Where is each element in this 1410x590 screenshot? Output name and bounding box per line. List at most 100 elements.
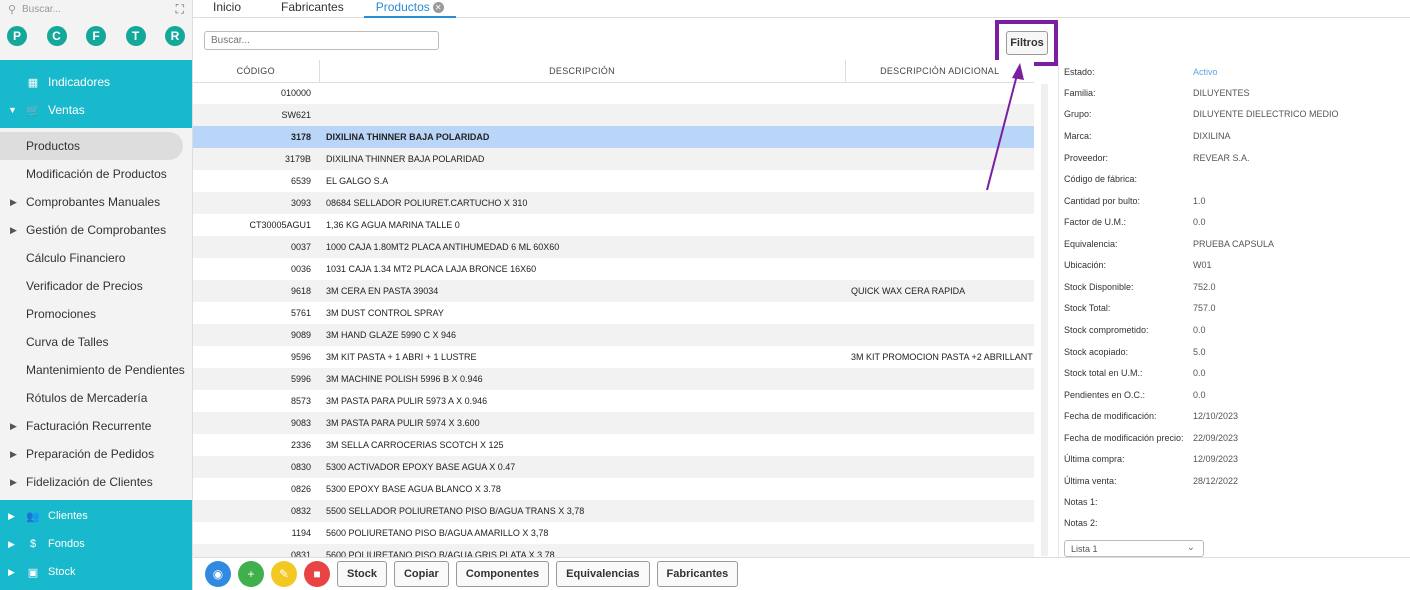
sidebar-item-clientes[interactable]: ▶ 👥 Clientes: [0, 502, 192, 530]
sidebar-item-fondos[interactable]: ▶ $ Fondos: [0, 530, 192, 558]
table-row[interactable]: 3178 DIXILINA THINNER BAJA POLARIDAD: [193, 126, 1034, 148]
table-row[interactable]: 0037 1000 CAJA 1.80MT2 PLACA ANTIHUMEDAD …: [193, 236, 1034, 258]
cell-descripcion: 5600 POLIURETANO PISO B/AGUA AMARILLO X …: [326, 528, 549, 538]
tab-productos[interactable]: Productos ✕: [363, 0, 456, 18]
ventas-submenu: Productos Modificación de Productos ▶ Com…: [0, 128, 192, 496]
detail-label: Stock Total:: [1064, 303, 1111, 313]
chevron-right-icon: ▶: [8, 510, 15, 521]
cell-descripcion-adicional: [845, 302, 1034, 324]
table-row[interactable]: 3093 08684 SELLADOR POLIURET.CARTUCHO X 3…: [193, 192, 1034, 214]
shortcut-r[interactable]: R: [165, 26, 185, 46]
table-row[interactable]: 5996 3M MACHINE POLISH 5996 B X 0.946: [193, 368, 1034, 390]
sidebar-item-mantenimiento-pendientes[interactable]: Mantenimiento de Pendientes: [0, 356, 192, 384]
sidebar-item-modificacion-productos[interactable]: Modificación de Productos: [0, 160, 192, 188]
cell-descripcion-adicional: [845, 214, 1034, 236]
add-button[interactable]: +: [238, 561, 264, 587]
fabricantes-button[interactable]: Fabricantes: [656, 561, 739, 587]
table-row[interactable]: 0036 1031 CAJA 1.34 MT2 PLACA LAJA BRONCE…: [193, 258, 1034, 280]
chevron-down-icon: ⌄: [1186, 542, 1195, 553]
sidebar-item-verificador-precios[interactable]: Verificador de Precios: [0, 272, 192, 300]
detail-field: Equivalencia: PRUEBA CAPSULA: [1064, 239, 1274, 253]
tab-inicio[interactable]: Inicio: [193, 0, 261, 18]
sidebar-item-calculo-financiero[interactable]: Cálculo Financiero: [0, 244, 192, 272]
sidebar-item-curva-talles[interactable]: Curva de Talles: [0, 328, 192, 356]
copiar-button[interactable]: Copiar: [393, 561, 449, 587]
detail-field: Stock total en U.M.: 0.0: [1064, 368, 1206, 382]
cell-descripcion: 1031 CAJA 1.34 MT2 PLACA LAJA BRONCE 16X…: [326, 264, 537, 274]
tab-fabricantes[interactable]: Fabricantes: [261, 0, 364, 18]
detail-value: 5.0: [1193, 347, 1206, 357]
detail-label: Equivalencia:: [1064, 239, 1118, 249]
detail-label: Notas 2:: [1064, 518, 1098, 528]
table-row[interactable]: 8573 3M PASTA PARA PULIR 5973 A X 0.946: [193, 390, 1034, 412]
sidebar-item-promociones[interactable]: Promociones: [0, 300, 192, 328]
table-row[interactable]: 9089 3M HAND GLAZE 5990 C X 946: [193, 324, 1034, 346]
edit-button[interactable]: ✎: [271, 561, 297, 587]
delete-button[interactable]: ■: [304, 561, 330, 587]
table-row[interactable]: 0832 5500 SELLADOR POLIURETANO PISO B/AGU…: [193, 500, 1034, 522]
column-header-descripcion[interactable]: DESCRIPCIÓN: [319, 60, 846, 83]
equivalencias-button[interactable]: Equivalencias: [556, 561, 650, 587]
expand-icon[interactable]: ⛶: [176, 2, 184, 17]
sidebar-item-indicadores[interactable]: ▦ Indicadores: [0, 68, 192, 96]
table-row[interactable]: CT30005AGU1 1,36 KG AGUA MARINA TALLE 0: [193, 214, 1034, 236]
cell-codigo: 010000: [280, 88, 311, 99]
shortcut-t[interactable]: T: [125, 26, 146, 46]
view-button[interactable]: ◉: [205, 561, 231, 587]
cell-descripcion-adicional: [845, 104, 1034, 126]
table-row[interactable]: 2336 3M SELLA CARROCERIAS SCOTCH X 125: [193, 434, 1034, 456]
column-header-codigo[interactable]: CÓDIGO: [193, 60, 320, 83]
sidebar-item-stock[interactable]: ▶ ▣ Stock: [0, 558, 192, 586]
column-header-descripcion-adicional[interactable]: DESCRIPCIÓN ADICIONAL: [845, 60, 1034, 83]
sidebar-item-rotulos-mercaderia[interactable]: Rótulos de Mercadería: [0, 384, 192, 412]
table-row[interactable]: 3179B DIXILINA THINNER BAJA POLARIDAD: [193, 148, 1034, 170]
sidebar-item-productos[interactable]: Productos: [0, 132, 183, 160]
cell-descripcion: 5300 ACTIVADOR EPOXY BASE AGUA X 0.47: [319, 456, 845, 478]
filtros-button[interactable]: Filtros: [1006, 31, 1048, 55]
table-row[interactable]: 9596 3M KIT PASTA + 1 ABRI + 1 LUSTRE 3M K…: [193, 346, 1034, 368]
table-row[interactable]: 010000: [193, 82, 1034, 104]
cell-descripcion-adicional: [845, 434, 1034, 456]
cell-codigo: 8573: [290, 396, 311, 406]
detail-field: Stock Total: 757.0: [1064, 303, 1216, 317]
detail-value: 0.0: [1193, 368, 1206, 378]
detail-label: Ubicación:: [1064, 260, 1107, 270]
cell-descripcion-adicional: [845, 500, 1034, 522]
table-row[interactable]: SW621: [193, 104, 1034, 126]
table-row[interactable]: 1194 5600 POLIURETANO PISO B/AGUA AMARILL…: [193, 522, 1034, 544]
table-row[interactable]: 0830 5300 ACTIVADOR EPOXY BASE AGUA X 0.4…: [193, 456, 1034, 478]
sidebar-item-fidelizacion-clientes[interactable]: ▶ Fidelización de Clientes: [0, 468, 192, 496]
sidebar-item-gestion-comprobantes[interactable]: ▶ Gestión de Comprobantes: [0, 216, 192, 244]
sidebar-item-comprobantes-manuales[interactable]: ▶ Comprobantes Manuales: [0, 188, 192, 216]
cart-icon: 🛒: [26, 104, 40, 117]
cell-descripcion: 3M MACHINE POLISH 5996 B X 0.946: [319, 368, 845, 390]
search-input[interactable]: [204, 31, 439, 50]
sidebar-item-preparacion-pedidos[interactable]: ▶ Preparación de Pedidos: [0, 440, 192, 468]
table-scrollbar[interactable]: [1041, 84, 1048, 556]
detail-value: DIXILINA: [1193, 131, 1231, 141]
table-row[interactable]: 6539 EL GALGO S.A: [193, 170, 1034, 192]
table-row[interactable]: 5761 3M DUST CONTROL SPRAY: [193, 302, 1034, 324]
product-detail-panel: Estado: Activo Familia: DILUYENTES Grupo: DIL…: [1058, 60, 1410, 557]
table-row[interactable]: 9083 3M PASTA PARA PULIR 5974 X 3.600: [193, 412, 1034, 434]
sidebar-search[interactable]: ⚲ Buscar... ⛶: [0, 0, 192, 18]
detail-field: Stock acopiado: 5.0: [1064, 347, 1206, 361]
shortcut-f[interactable]: F: [86, 26, 106, 46]
stock-button[interactable]: Stock: [337, 561, 387, 587]
cell-codigo: 0832: [193, 500, 319, 522]
price-list-select[interactable]: Lista 1 ⌄: [1064, 540, 1204, 557]
shortcut-p[interactable]: P: [7, 26, 27, 46]
table-row[interactable]: 0826 5300 EPOXY BASE AGUA BLANCO X 3.78: [193, 478, 1034, 500]
cell-descripcion-adicional: [845, 192, 1034, 214]
detail-field: Ubicación: W01: [1064, 260, 1212, 274]
detail-field: Pendientes en O.C.: 0.0: [1064, 390, 1206, 404]
componentes-button[interactable]: Componentes: [455, 561, 550, 587]
cell-codigo: 9618: [193, 280, 319, 302]
close-icon[interactable]: ✕: [432, 1, 444, 13]
sidebar-item-facturacion-recurrente[interactable]: ▶ Facturación Recurrente: [0, 412, 192, 440]
sidebar-item-ventas[interactable]: ▼ 🛒 Ventas: [0, 96, 192, 124]
table-row[interactable]: 0831 5600 POLIURETANO PISO B/AGUA GRIS PL…: [193, 544, 1034, 557]
shortcut-c[interactable]: C: [46, 26, 67, 46]
detail-value: 0.0: [1193, 325, 1206, 335]
table-row[interactable]: 9618 3M CERA EN PASTA 39034 QUICK WAX CERA…: [193, 280, 1034, 302]
